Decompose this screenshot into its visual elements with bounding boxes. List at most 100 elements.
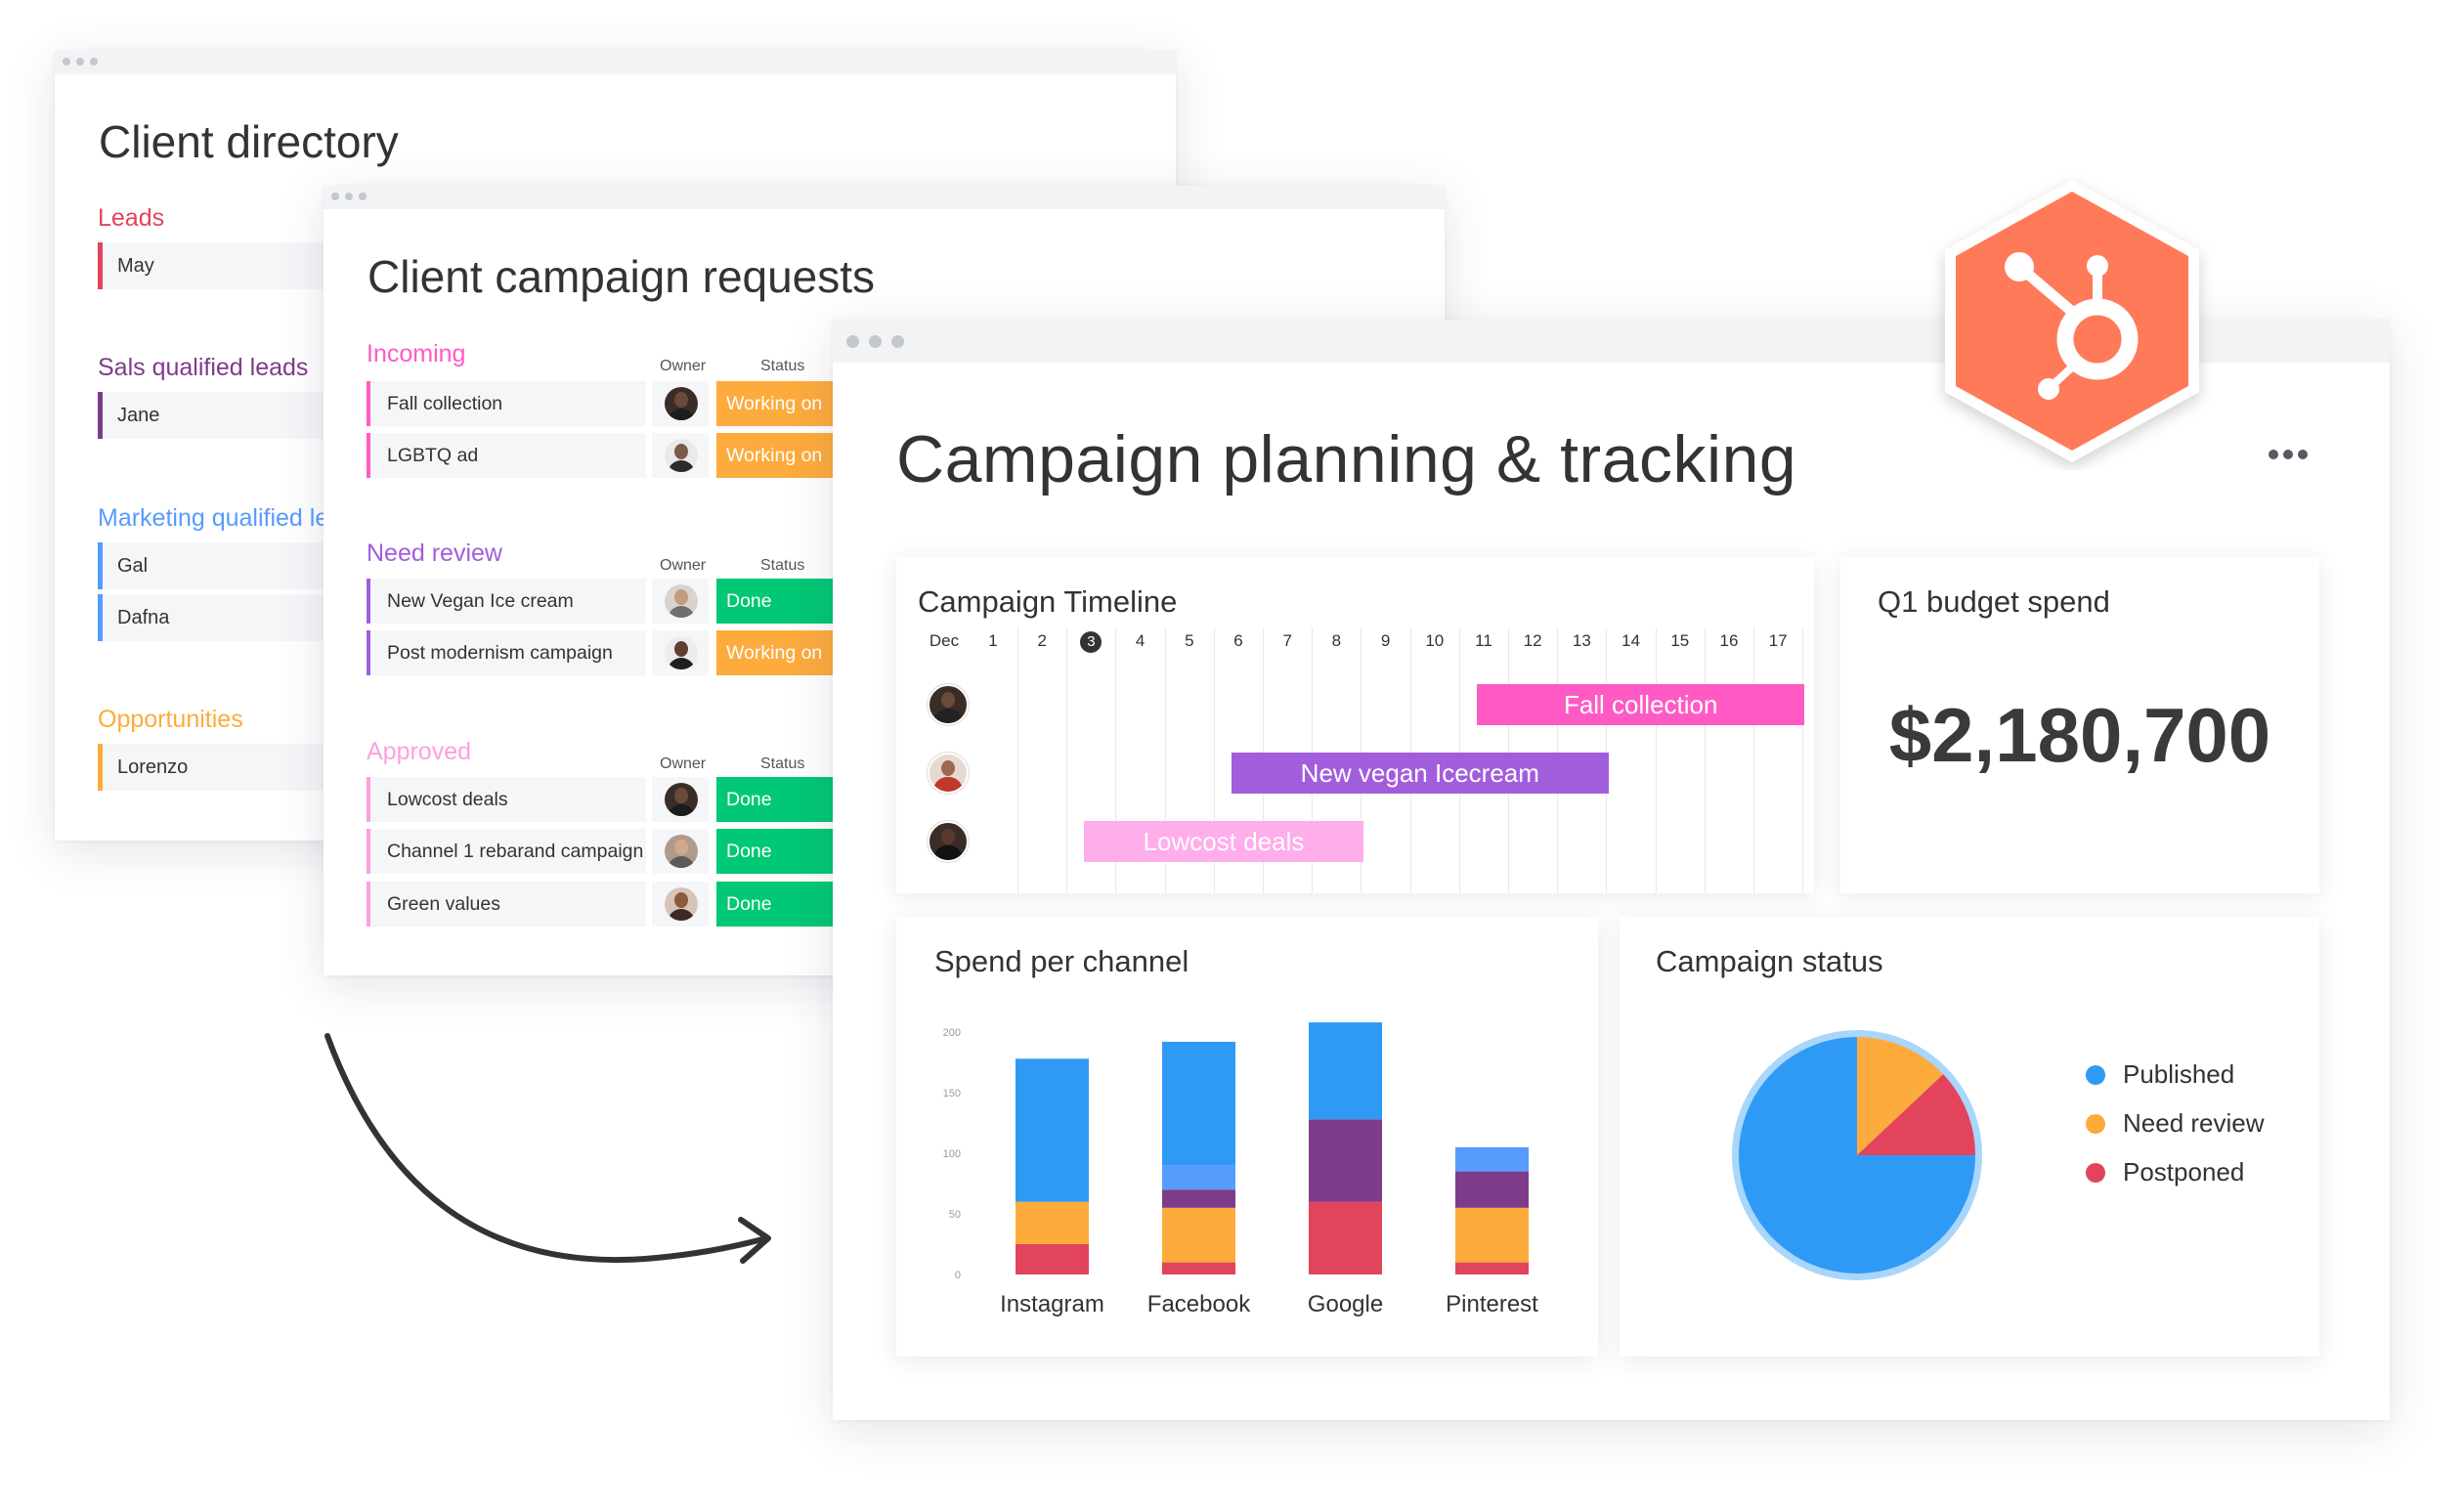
legend-label: Published <box>2123 1059 2235 1089</box>
row-name: LGBTQ ad <box>387 445 479 466</box>
client-directory-title: Client directory <box>99 116 399 167</box>
day-header: 16 <box>1719 631 1739 650</box>
row-name: Lowcost deals <box>387 789 508 810</box>
row-name: Fall collection <box>387 393 503 414</box>
list-item[interactable]: Dafna <box>98 594 332 641</box>
avatar[interactable] <box>665 387 698 420</box>
window-dot <box>869 335 882 348</box>
bar-segment[interactable] <box>1455 1146 1529 1172</box>
bar-segment[interactable] <box>1162 1041 1235 1166</box>
bar-segment[interactable] <box>1016 1058 1089 1202</box>
group-title: Opportunities <box>98 706 243 733</box>
day-header: 14 <box>1621 631 1641 650</box>
day-header: 3 <box>1066 631 1115 653</box>
bar-segment[interactable] <box>1162 1207 1235 1263</box>
item-label: Lorenzo <box>117 756 189 778</box>
owner-column-header: Owner <box>660 358 707 374</box>
q1-budget-card: Q1 budget spend $2,180,700 <box>1840 557 2319 893</box>
bar-segment[interactable] <box>1455 1262 1529 1274</box>
more-options-icon[interactable] <box>2269 450 2308 459</box>
day-gridline <box>1655 627 1657 893</box>
x-tick-label: Google <box>1308 1291 1383 1317</box>
row-name: New Vegan Ice cream <box>387 590 574 612</box>
day-header: 9 <box>1380 631 1391 650</box>
campaign-requests-title: Client campaign requests <box>367 251 876 302</box>
day-gridline <box>1753 627 1754 893</box>
item-label: Gal <box>117 555 149 577</box>
group-title: Sals qualified leads <box>98 354 309 381</box>
group-title: Approved <box>367 738 472 765</box>
legend-label: Postponed <box>2123 1157 2245 1186</box>
bar-segment[interactable] <box>1309 1201 1382 1274</box>
row-name: Channel 1 rebarand campaign <box>387 841 644 862</box>
x-tick-label: Facebook <box>1147 1291 1251 1317</box>
avatar[interactable] <box>665 584 698 618</box>
day-header: 4 <box>1135 631 1146 650</box>
day-gridline <box>1802 627 1804 893</box>
bar-segment[interactable] <box>1455 1207 1529 1263</box>
bar-segment[interactable] <box>1309 1022 1382 1120</box>
dashboard-title: Campaign planning & tracking <box>896 422 1797 496</box>
avatar[interactable] <box>665 887 698 921</box>
x-tick-label: Instagram <box>1000 1291 1104 1317</box>
row-name: Green values <box>387 893 500 915</box>
group-title: Marketing qualified le <box>98 504 329 532</box>
list-item[interactable]: Lorenzo <box>98 744 332 791</box>
day-header: 15 <box>1670 631 1690 650</box>
bar-segment[interactable] <box>1309 1119 1382 1202</box>
timeline-bar[interactable]: Fall collection <box>1477 684 1805 725</box>
day-header: 12 <box>1523 631 1542 650</box>
group-sales-qualified-leads: Sals qualified leads Jane <box>98 354 332 439</box>
avatar[interactable] <box>665 439 698 472</box>
campaign-timeline-card: Campaign Timeline Dec 1 2 3 4 5 6 7 8 9 10 11 12 13 1… <box>896 557 1814 893</box>
bar-segment[interactable] <box>1162 1165 1235 1190</box>
status-column-header: Status <box>760 358 805 374</box>
timeline-bar[interactable]: Lowcost deals <box>1084 821 1363 862</box>
day-gridline <box>1017 627 1018 893</box>
bar-segment[interactable] <box>1016 1201 1089 1244</box>
bar-segment[interactable] <box>1162 1262 1235 1274</box>
group-marketing-qualified-leads: Marketing qualified le Gal Dafna <box>98 504 332 641</box>
x-tick-label: Pinterest <box>1446 1291 1538 1317</box>
list-item[interactable]: Jane <box>98 392 332 439</box>
status-column-header: Status <box>760 557 805 574</box>
bar-segment[interactable] <box>1455 1171 1529 1208</box>
group-title: Incoming <box>367 340 466 367</box>
avatar[interactable] <box>665 835 698 868</box>
timeline-bar[interactable]: New vegan Icecream <box>1232 753 1609 794</box>
avatar[interactable] <box>928 753 969 794</box>
campaign-status-card: Campaign status Published Need review Po… <box>1620 917 2319 1357</box>
campaign-planning-window: Campaign planning & tracking Campaign Ti… <box>833 320 2390 1420</box>
day-header: 1 <box>988 631 998 650</box>
legend-item-published: Published <box>2086 1059 2234 1090</box>
window-dot <box>63 58 70 65</box>
spend-bar-chart: 0 50 100 150 200 Instagram Facebook Google Pinte… <box>943 1022 1538 1317</box>
window-dot <box>90 58 98 65</box>
day-header: 6 <box>1233 631 1243 650</box>
day-header: 10 <box>1425 631 1445 650</box>
list-item[interactable]: Gal <box>98 542 332 589</box>
bar-segment[interactable] <box>1016 1244 1089 1274</box>
bar-segment[interactable] <box>1162 1189 1235 1208</box>
avatar[interactable] <box>928 684 969 725</box>
day-header: 17 <box>1768 631 1788 650</box>
row-name: Post modernism campaign <box>387 642 613 664</box>
y-tick-label: 0 <box>955 1270 961 1281</box>
avatar[interactable] <box>665 636 698 669</box>
owner-column-header: Owner <box>660 557 707 574</box>
status-column-header: Status <box>760 755 805 772</box>
window-dot <box>359 193 367 200</box>
hubspot-sprocket-icon <box>1945 180 2199 462</box>
month-label: Dec <box>929 631 960 650</box>
window-dot <box>76 58 84 65</box>
y-tick-label: 50 <box>949 1209 961 1221</box>
window-dot <box>331 193 339 200</box>
group-title: Leads <box>98 204 165 232</box>
item-label: Jane <box>117 405 160 426</box>
legend-label: Need review <box>2123 1108 2265 1138</box>
avatar[interactable] <box>665 783 698 816</box>
avatar[interactable] <box>928 821 969 862</box>
budget-value: $2,180,700 <box>1888 692 2271 778</box>
list-item[interactable]: May <box>98 242 332 289</box>
day-gridline <box>1066 627 1068 893</box>
